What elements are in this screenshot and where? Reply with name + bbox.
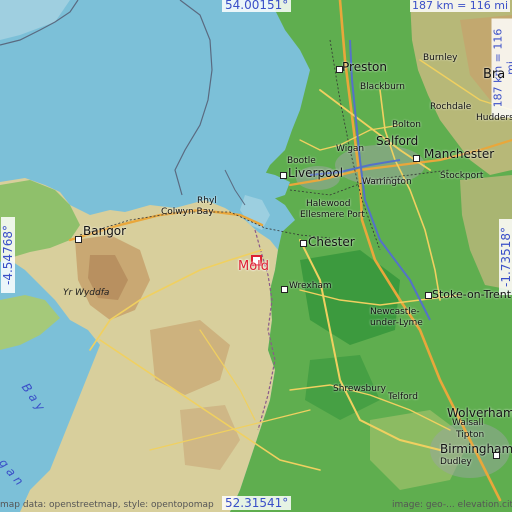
attribution-left: map data: openstreetmap, style: opentopo… bbox=[0, 500, 214, 510]
top-scale-label: 187 km = 116 mi bbox=[410, 0, 511, 12]
city-dot-stoke bbox=[425, 292, 432, 299]
city-label-newcastle-2: under-Lyme bbox=[370, 318, 423, 328]
city-label-dudley: Dudley bbox=[440, 457, 472, 467]
city-label-wrexham: Wrexham bbox=[289, 281, 332, 291]
city-label-colwyn-bay: Colwyn Bay bbox=[161, 207, 214, 217]
city-label-bootle: Bootle bbox=[287, 156, 316, 166]
city-label-telford: Telford bbox=[388, 392, 418, 402]
city-label-blackburn: Blackburn bbox=[360, 82, 406, 92]
city-label-huddersfield: Hudders bbox=[476, 113, 512, 123]
city-label-birmingham: Birmingham bbox=[440, 442, 512, 456]
city-label-burnley: Burnley bbox=[423, 53, 458, 63]
top-latitude-label: 54.00151° bbox=[222, 0, 292, 12]
city-dot-chester bbox=[300, 240, 307, 247]
city-label-shrewsbury: Shrewsbury bbox=[333, 384, 386, 394]
city-dot-preston bbox=[336, 66, 343, 73]
sea-label-bay: B a y bbox=[18, 380, 48, 414]
city-label-liverpool: Liverpool bbox=[288, 166, 344, 180]
city-label-rhyl: Rhyl bbox=[197, 196, 217, 206]
marker-label: Mold bbox=[238, 259, 270, 274]
city-label-preston: Preston bbox=[342, 60, 387, 74]
bottom-latitude-label: 52.31541° bbox=[222, 496, 292, 510]
attribution-right: image: geo-... elevation.city bbox=[392, 500, 512, 510]
city-label-ellesmere-port: Ellesmere Port bbox=[300, 210, 365, 220]
city-label-halewood: Halewood bbox=[306, 199, 351, 209]
city-label-bangor: Bangor bbox=[83, 224, 127, 238]
left-longitude-label: -4.54768° bbox=[1, 217, 15, 293]
city-dot-bangor bbox=[75, 236, 82, 243]
city-label-tipton: Tipton bbox=[456, 430, 485, 440]
city-label-salford: Salford bbox=[376, 134, 419, 148]
city-label-manchester: Manchester bbox=[424, 147, 495, 161]
map-labels: 54.00151° 187 km = 116 mi -4.54768° -1.7… bbox=[0, 0, 512, 512]
city-label-chester: Chester bbox=[308, 235, 355, 249]
city-label-stockport: Stockport bbox=[440, 171, 484, 181]
sea-label-gan: g a n bbox=[0, 455, 27, 489]
city-label-bradford: Bra bbox=[483, 67, 506, 82]
city-label-newcastle-1: Newcastle- bbox=[370, 307, 420, 317]
city-label-walsall: Walsall bbox=[452, 418, 484, 428]
city-label-warrington: Warrington bbox=[362, 177, 412, 187]
city-label-rochdale: Rochdale bbox=[430, 102, 472, 112]
city-label-bolton: Bolton bbox=[392, 120, 421, 130]
right-longitude-label: -1.73518° bbox=[499, 219, 512, 295]
city-dot-manchester bbox=[413, 155, 420, 162]
city-label-wigan: Wigan bbox=[336, 144, 365, 154]
city-dot-birmingham bbox=[493, 452, 500, 459]
city-label-stoke: Stoke-on-Trent bbox=[432, 288, 512, 301]
city-dot-wrexham bbox=[281, 286, 288, 293]
peak-label-yr-wyddfa: Yr Wyddfa bbox=[63, 288, 110, 298]
city-dot-liverpool bbox=[280, 172, 287, 179]
